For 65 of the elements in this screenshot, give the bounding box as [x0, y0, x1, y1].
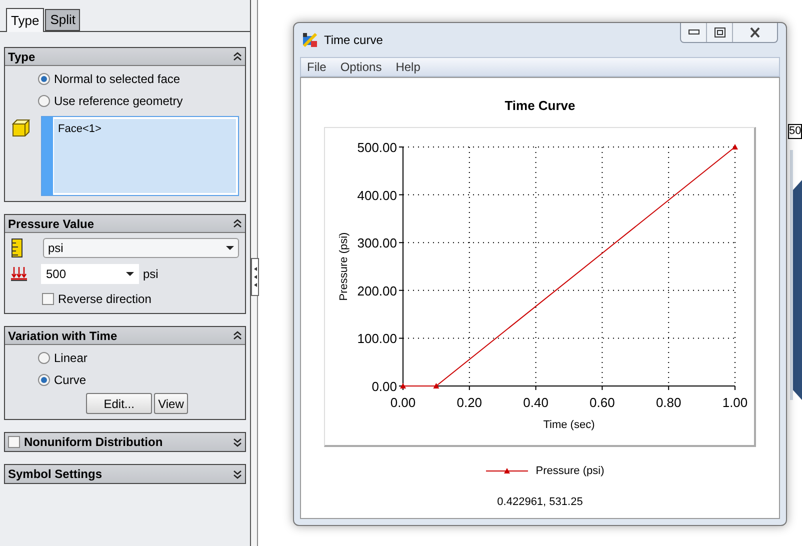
radio-button[interactable]: [38, 352, 50, 364]
checkbox-label: Reverse direction: [58, 291, 152, 308]
tab[interactable]: Type: [6, 8, 44, 32]
legend-line-icon: [486, 467, 528, 474]
maximize-icon[interactable]: [714, 27, 726, 38]
dimension-label: 50: [788, 124, 802, 139]
data-point: [732, 144, 738, 149]
app-icon: [302, 32, 318, 48]
y-tick-label: 100.00: [357, 330, 397, 346]
data-point: [433, 382, 440, 388]
section-title: Type: [8, 48, 36, 66]
checkbox[interactable]: [8, 436, 20, 448]
radio-label: Use reference geometry: [54, 93, 183, 110]
list-item[interactable]: Face<1>: [58, 121, 232, 138]
expand-chevron-icon[interactable]: [233, 470, 242, 478]
unit-dropdown[interactable]: psi: [43, 238, 239, 258]
section-title: Pressure Value: [8, 216, 96, 232]
section-title: Nonuniform Distribution: [24, 434, 164, 451]
x-tick-label: 0.40: [523, 394, 548, 410]
data-point: [400, 382, 406, 388]
dropdown-arrow-icon: [126, 272, 134, 276]
ruler-icon: [11, 238, 23, 258]
x-axis-label: Time (sec): [543, 418, 595, 430]
radio-label: Linear: [54, 350, 88, 367]
collapse-chevron-icon[interactable]: [233, 219, 242, 228]
section-title: Variation with Time: [8, 328, 118, 344]
unit-label: psi: [143, 266, 158, 283]
chart-title: Time Curve: [504, 97, 576, 115]
x-tick-label: 1.00: [722, 394, 748, 410]
radio-label: Curve: [54, 372, 86, 389]
x-tick-label: 0.20: [456, 394, 482, 410]
dropdown-arrow-icon: [226, 246, 234, 250]
selection-list[interactable]: Face<1>: [41, 116, 239, 196]
menu-item[interactable]: Help: [396, 58, 420, 76]
y-tick-label: 300.00: [357, 235, 397, 250]
section-title: Symbol Settings: [8, 466, 104, 483]
collapse-chevron-icon[interactable]: [233, 331, 242, 340]
pressure-arrows-icon: [11, 267, 27, 281]
radio-button[interactable]: [38, 95, 50, 107]
y-tick-label: 400.00: [357, 187, 397, 202]
tab[interactable]: Split: [45, 9, 80, 31]
close-icon[interactable]: [749, 27, 761, 38]
collapse-chevron-icon[interactable]: [233, 52, 242, 61]
radio-label: Normal to selected face: [54, 71, 180, 88]
dialog-button[interactable]: View: [154, 393, 188, 414]
y-tick-label: 200.00: [357, 282, 397, 298]
checkbox[interactable]: [42, 293, 54, 305]
radio-button[interactable]: [38, 374, 50, 386]
legend-label: Pressure (psi): [536, 464, 604, 478]
dialog-button[interactable]: Edit...: [86, 393, 152, 414]
y-tick-label: 0.00: [372, 378, 397, 394]
window-title: Time curve: [324, 32, 384, 49]
x-tick-label: 0.80: [656, 394, 682, 410]
value-combo-field[interactable]: 500: [41, 264, 139, 284]
y-axis-label: Pressure (psi): [338, 232, 350, 300]
x-tick-label: 0.60: [590, 394, 615, 410]
menu-item[interactable]: File: [307, 58, 326, 76]
menu-item[interactable]: Options: [340, 58, 382, 76]
x-tick-label: 0.00: [390, 394, 416, 410]
expand-chevron-icon[interactable]: [233, 438, 242, 446]
cursor-readout: 0.422961, 531.25: [497, 495, 583, 510]
radio-button[interactable]: [38, 73, 50, 85]
y-tick-label: 500.00: [357, 140, 397, 154]
collapse-handle-icon[interactable]: [251, 258, 259, 296]
cube-icon: [11, 118, 31, 138]
